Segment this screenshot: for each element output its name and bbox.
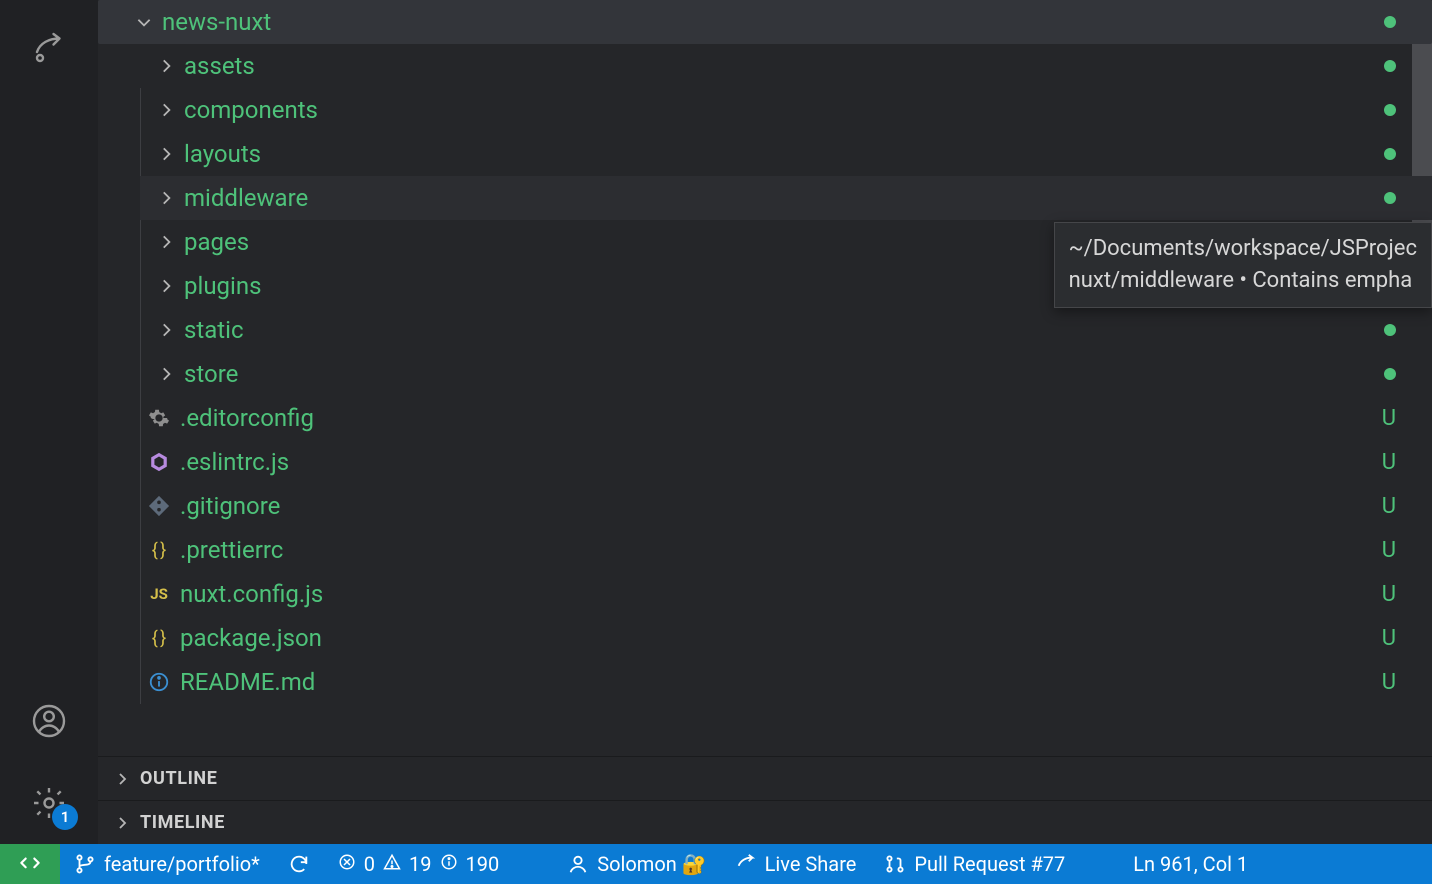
chevron-right-icon	[154, 230, 178, 254]
info-icon	[148, 671, 170, 693]
file-item-packagejson[interactable]: { } package.json U	[140, 616, 1432, 660]
tooltip-line: nuxt/middleware • Contains empha	[1069, 265, 1417, 297]
git-status-dot	[1384, 104, 1396, 116]
folder-item-components[interactable]: components	[140, 88, 1432, 132]
git-status-dot	[1384, 324, 1396, 336]
gear-icon	[148, 407, 170, 429]
share-icon[interactable]	[28, 28, 70, 70]
info-icon	[440, 852, 458, 876]
status-branch-label: feature/portfolio*	[104, 852, 260, 876]
git-status-dot	[1384, 60, 1396, 72]
hover-tooltip: ~/Documents/workspace/JSProjec nuxt/midd…	[1054, 222, 1432, 308]
git-status-letter: U	[1382, 450, 1396, 475]
activity-bar: 1	[0, 0, 98, 844]
status-pullrequest[interactable]: Pull Request #77	[870, 844, 1079, 884]
account-icon[interactable]	[28, 700, 70, 742]
chevron-right-icon	[112, 771, 132, 787]
chevron-right-icon	[154, 98, 178, 122]
tree-root[interactable]: news-nuxt	[98, 0, 1432, 44]
git-status-letter: U	[1382, 670, 1396, 695]
file-label: nuxt.config.js	[180, 580, 1382, 608]
git-status-letter: U	[1382, 406, 1396, 431]
status-user-label: Solomon 🔐	[597, 852, 706, 876]
file-item-readme[interactable]: README.md U	[140, 660, 1432, 704]
file-item-editorconfig[interactable]: .editorconfig U	[140, 396, 1432, 440]
warning-icon	[383, 852, 401, 876]
folder-label: components	[184, 96, 1384, 124]
status-problems[interactable]: 0 19 190	[324, 844, 513, 884]
error-icon	[338, 852, 356, 876]
status-bar: feature/portfolio* 0 19 190 Solomon 🔐 Li…	[0, 844, 1432, 884]
chevron-right-icon	[154, 142, 178, 166]
chevron-right-icon	[154, 362, 178, 386]
folder-item-assets[interactable]: assets	[140, 44, 1432, 88]
folder-item-store[interactable]: store	[140, 352, 1432, 396]
settings-badge: 1	[52, 804, 78, 830]
folder-label: middleware	[184, 184, 1384, 212]
file-label: .gitignore	[180, 492, 1382, 520]
status-cursor[interactable]: Ln 961, Col 1	[1119, 844, 1262, 884]
section-timeline-label: TIMELINE	[140, 812, 225, 833]
status-sync[interactable]	[274, 844, 324, 884]
remote-indicator[interactable]	[0, 844, 60, 884]
folder-label: layouts	[184, 140, 1384, 168]
braces-icon: { }	[148, 627, 170, 649]
git-status-dot	[1384, 368, 1396, 380]
folder-item-middleware[interactable]: middleware	[140, 176, 1432, 220]
git-status-letter: U	[1382, 582, 1396, 607]
file-label: .eslintrc.js	[180, 448, 1382, 476]
status-errors-count: 0	[364, 852, 375, 876]
section-outline[interactable]: OUTLINE	[98, 756, 1432, 800]
folder-label: assets	[184, 52, 1384, 80]
status-liveshare-label: Live Share	[765, 852, 857, 876]
tree-root-label: news-nuxt	[162, 8, 1384, 36]
git-icon	[148, 495, 170, 517]
git-status-letter: U	[1382, 494, 1396, 519]
status-pullrequest-label: Pull Request #77	[914, 852, 1065, 876]
chevron-down-icon	[132, 10, 156, 34]
file-label: package.json	[180, 624, 1382, 652]
git-status-dot	[1384, 16, 1396, 28]
section-timeline[interactable]: TIMELINE	[98, 800, 1432, 844]
js-icon: JS	[148, 583, 170, 605]
git-status-letter: U	[1382, 538, 1396, 563]
folder-label: store	[184, 360, 1384, 388]
file-item-gitignore[interactable]: .gitignore U	[140, 484, 1432, 528]
chevron-right-icon	[154, 318, 178, 342]
eslint-icon	[148, 451, 170, 473]
git-status-dot	[1384, 192, 1396, 204]
folder-item-static[interactable]: static	[140, 308, 1432, 352]
status-liveshare[interactable]: Live Share	[721, 844, 871, 884]
file-item-eslintrc[interactable]: .eslintrc.js U	[140, 440, 1432, 484]
chevron-right-icon	[112, 815, 132, 831]
braces-icon: { }	[148, 539, 170, 561]
chevron-right-icon	[154, 186, 178, 210]
chevron-right-icon	[154, 274, 178, 298]
section-outline-label: OUTLINE	[140, 768, 217, 789]
file-item-prettierrc[interactable]: { } .prettierrc U	[140, 528, 1432, 572]
status-info-count: 190	[466, 852, 500, 876]
status-user[interactable]: Solomon 🔐	[553, 844, 720, 884]
file-item-nuxtconfig[interactable]: JS nuxt.config.js U	[140, 572, 1432, 616]
status-branch[interactable]: feature/portfolio*	[60, 844, 274, 884]
settings-icon[interactable]: 1	[28, 782, 70, 824]
file-label: .prettierrc	[180, 536, 1382, 564]
chevron-right-icon	[154, 54, 178, 78]
tooltip-line: ~/Documents/workspace/JSProjec	[1069, 233, 1417, 265]
file-label: .editorconfig	[180, 404, 1382, 432]
status-cursor-label: Ln 961, Col 1	[1133, 852, 1248, 876]
file-explorer: news-nuxt assets componen	[98, 0, 1432, 756]
explorer-sidebar: news-nuxt assets componen	[98, 0, 1432, 844]
status-warnings-count: 19	[409, 852, 431, 876]
folder-label: static	[184, 316, 1384, 344]
git-status-letter: U	[1382, 626, 1396, 651]
git-status-dot	[1384, 148, 1396, 160]
folder-item-layouts[interactable]: layouts	[140, 132, 1432, 176]
file-label: README.md	[180, 668, 1382, 696]
